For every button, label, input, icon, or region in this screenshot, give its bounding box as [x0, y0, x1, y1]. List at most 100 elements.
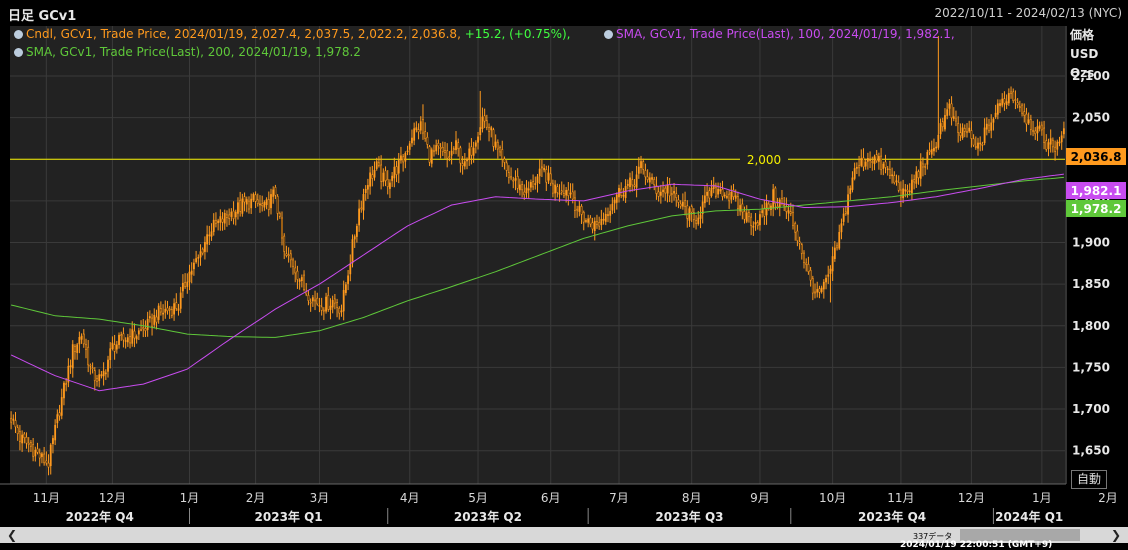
- x-tick-label: 9月: [750, 491, 770, 505]
- candle-body: [728, 193, 731, 202]
- candle-body: [816, 289, 819, 293]
- candle-body: [45, 460, 48, 464]
- candle-body: [325, 296, 327, 312]
- candle-body: [772, 189, 775, 208]
- x-quarter-label: 2023年 Q4: [858, 509, 926, 524]
- candle-body: [814, 291, 816, 294]
- candle-body: [662, 189, 664, 193]
- candle-body: [862, 157, 865, 168]
- candle-body: [690, 206, 693, 213]
- candle-body: [428, 146, 431, 163]
- candle-body: [979, 142, 982, 145]
- candle-body: [413, 128, 416, 141]
- candle-body: [611, 203, 614, 211]
- candle-body: [540, 166, 543, 169]
- candle-body: [488, 127, 490, 132]
- candle-body: [858, 165, 860, 169]
- candle-body: [640, 161, 642, 169]
- candle-body: [221, 218, 224, 223]
- candle-body: [327, 295, 330, 310]
- candle-body: [494, 141, 497, 148]
- last-price-label: 1,982.1: [1071, 184, 1122, 198]
- candle-body: [248, 200, 250, 210]
- y-tick-label: 2,050: [1072, 111, 1110, 125]
- candle-body: [102, 370, 105, 377]
- candle-body: [644, 170, 647, 178]
- auto-scale-button[interactable]: 自動: [1071, 470, 1107, 489]
- scroll-right-icon[interactable]: ❯: [1106, 527, 1126, 543]
- candle-body: [510, 176, 512, 179]
- candle-body: [16, 427, 19, 434]
- candle-body: [397, 160, 400, 174]
- x-tick-label: 10月: [819, 491, 846, 505]
- sma100-legend-text: SMA, GCv1, Trade Price(Last), 100, 2024/…: [616, 27, 955, 41]
- scroll-left-icon[interactable]: ❮: [2, 527, 22, 543]
- y-tick-label: 1,800: [1072, 319, 1110, 333]
- candle-body: [803, 252, 805, 263]
- candle-body: [300, 277, 303, 282]
- candle-body: [930, 149, 933, 155]
- candle-body: [748, 212, 750, 217]
- candle-body: [873, 156, 876, 164]
- x-tick-label: 8月: [682, 491, 702, 505]
- candle-body: [836, 245, 838, 249]
- candle-body: [239, 199, 242, 212]
- candle-body: [1043, 127, 1045, 143]
- candle-body: [129, 336, 131, 344]
- candle-body: [529, 182, 532, 188]
- candle-body: [569, 192, 572, 195]
- candle-body: [1054, 146, 1056, 152]
- candle-body: [992, 118, 995, 123]
- candle-body: [939, 123, 942, 135]
- candle-body: [402, 156, 405, 163]
- candle-body: [360, 207, 363, 210]
- candle-body: [296, 270, 299, 280]
- candle-body: [926, 152, 929, 165]
- candle-body: [118, 334, 120, 345]
- x-tick-label: 11月: [33, 491, 60, 505]
- y-tick-label: 1,900: [1072, 236, 1110, 250]
- candle-body: [917, 171, 920, 179]
- candle-body: [404, 153, 407, 162]
- candle-body: [840, 223, 843, 233]
- candle-body: [523, 191, 526, 196]
- candle-body: [754, 222, 757, 225]
- candle-body: [558, 192, 561, 195]
- candle-body: [351, 239, 354, 264]
- candle-body: [52, 438, 54, 445]
- candle-body: [71, 344, 74, 369]
- candle-body: [833, 247, 836, 259]
- candle-body: [681, 201, 684, 207]
- candle-body: [602, 218, 605, 221]
- candle-body: [549, 173, 552, 184]
- candle-body: [1007, 93, 1010, 104]
- candle-body: [439, 147, 442, 149]
- price-chart[interactable]: 11月 12月 1月 2月 3月 4月 5月 6月 7月 8月 9月 10月 11月 12月 1月 2月 1,6…: [0, 0, 1128, 527]
- candle-body: [970, 130, 973, 139]
- y-tick-label: 1,850: [1072, 277, 1110, 291]
- candle-body: [223, 212, 226, 224]
- candle-body: [38, 452, 41, 459]
- candle-body: [609, 211, 612, 216]
- candle-body: [479, 127, 482, 136]
- candle-body: [452, 148, 455, 151]
- candle-body: [78, 337, 81, 345]
- candle-body: [974, 146, 977, 148]
- candle-body: [98, 374, 101, 381]
- candle-body: [342, 290, 345, 312]
- candle-body: [208, 234, 211, 237]
- candle-body: [157, 305, 160, 320]
- candle-body: [957, 123, 960, 133]
- candle-body: [589, 217, 592, 225]
- candle-body: [362, 194, 365, 211]
- candle-body: [285, 253, 288, 256]
- candle-body: [525, 187, 528, 194]
- candle-body: [961, 127, 964, 138]
- candle-body: [27, 442, 30, 445]
- candle-body: [798, 241, 801, 244]
- candle-body: [333, 298, 336, 304]
- candle-body: [659, 191, 662, 196]
- candle-body: [983, 127, 986, 144]
- candle-body: [576, 208, 579, 211]
- axis-unit-line1: 価格: [1070, 28, 1095, 42]
